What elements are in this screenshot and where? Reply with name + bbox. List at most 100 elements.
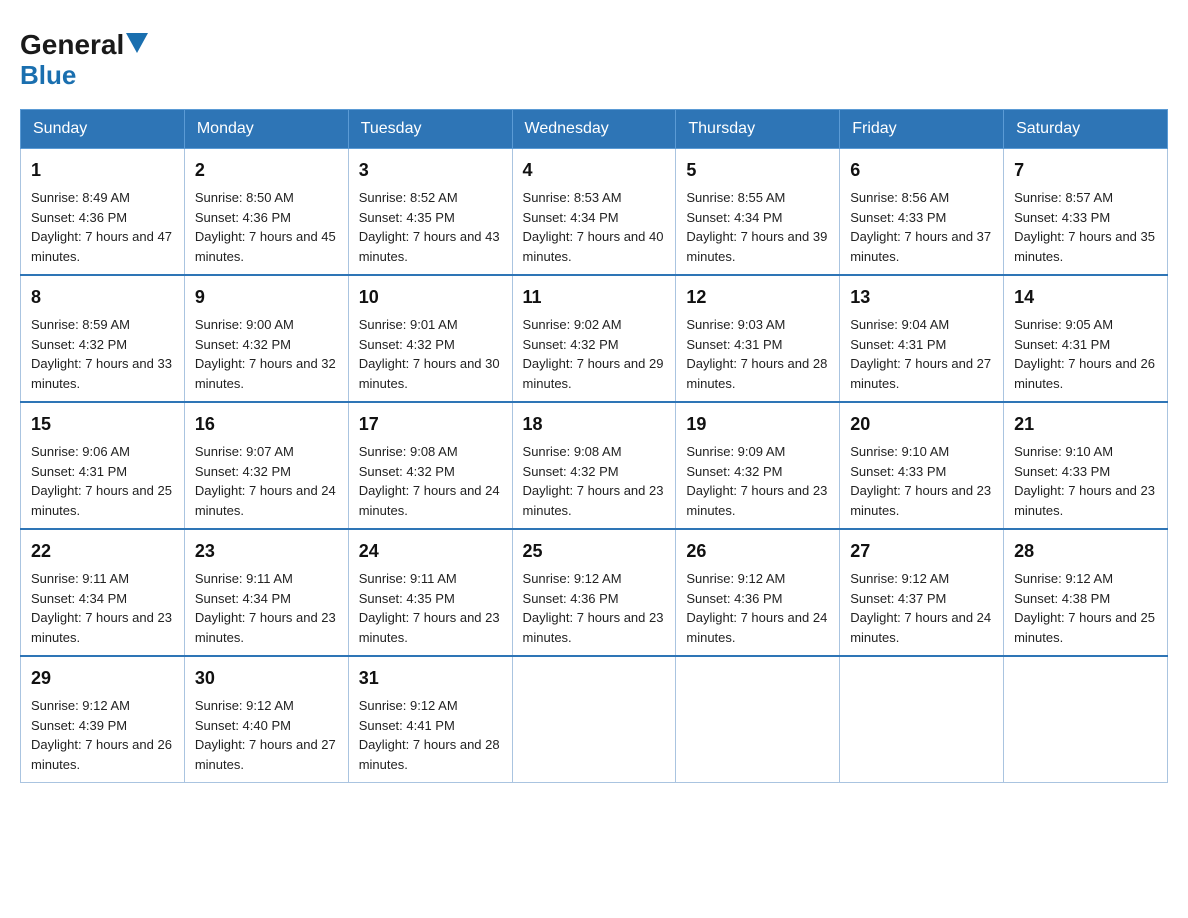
sunrise-info: Sunrise: 9:02 AM (523, 317, 622, 332)
sunrise-info: Sunrise: 9:12 AM (359, 698, 458, 713)
sunrise-info: Sunrise: 9:01 AM (359, 317, 458, 332)
calendar-cell: 1 Sunrise: 8:49 AM Sunset: 4:36 PM Dayli… (21, 149, 185, 276)
calendar-cell: 29 Sunrise: 9:12 AM Sunset: 4:39 PM Dayl… (21, 656, 185, 783)
day-number: 8 (31, 284, 174, 311)
daylight-info: Daylight: 7 hours and 25 minutes. (1014, 610, 1155, 645)
day-number: 1 (31, 157, 174, 184)
logo: General Blue (20, 20, 148, 89)
calendar-cell: 16 Sunrise: 9:07 AM Sunset: 4:32 PM Dayl… (184, 402, 348, 529)
day-number: 29 (31, 665, 174, 692)
calendar-cell: 11 Sunrise: 9:02 AM Sunset: 4:32 PM Dayl… (512, 275, 676, 402)
calendar-cell: 18 Sunrise: 9:08 AM Sunset: 4:32 PM Dayl… (512, 402, 676, 529)
calendar-cell: 6 Sunrise: 8:56 AM Sunset: 4:33 PM Dayli… (840, 149, 1004, 276)
day-number: 13 (850, 284, 993, 311)
daylight-info: Daylight: 7 hours and 39 minutes. (686, 229, 827, 264)
calendar-cell (676, 656, 840, 783)
day-number: 26 (686, 538, 829, 565)
day-number: 2 (195, 157, 338, 184)
calendar-cell: 3 Sunrise: 8:52 AM Sunset: 4:35 PM Dayli… (348, 149, 512, 276)
sunset-info: Sunset: 4:39 PM (31, 718, 127, 733)
daylight-info: Daylight: 7 hours and 47 minutes. (31, 229, 172, 264)
sunrise-info: Sunrise: 9:12 AM (686, 571, 785, 586)
sunrise-info: Sunrise: 9:00 AM (195, 317, 294, 332)
daylight-info: Daylight: 7 hours and 23 minutes. (523, 610, 664, 645)
sunset-info: Sunset: 4:32 PM (359, 464, 455, 479)
day-number: 7 (1014, 157, 1157, 184)
day-number: 19 (686, 411, 829, 438)
daylight-info: Daylight: 7 hours and 28 minutes. (686, 356, 827, 391)
calendar-cell: 9 Sunrise: 9:00 AM Sunset: 4:32 PM Dayli… (184, 275, 348, 402)
day-number: 16 (195, 411, 338, 438)
calendar-cell: 19 Sunrise: 9:09 AM Sunset: 4:32 PM Dayl… (676, 402, 840, 529)
logo-text-general: General (20, 30, 124, 61)
sunset-info: Sunset: 4:32 PM (195, 337, 291, 352)
sunset-info: Sunset: 4:36 PM (686, 591, 782, 606)
sunset-info: Sunset: 4:31 PM (850, 337, 946, 352)
calendar-cell: 21 Sunrise: 9:10 AM Sunset: 4:33 PM Dayl… (1004, 402, 1168, 529)
calendar-week-row: 1 Sunrise: 8:49 AM Sunset: 4:36 PM Dayli… (21, 149, 1168, 276)
sunset-info: Sunset: 4:34 PM (31, 591, 127, 606)
sunrise-info: Sunrise: 8:49 AM (31, 190, 130, 205)
header-thursday: Thursday (676, 110, 840, 149)
daylight-info: Daylight: 7 hours and 23 minutes. (195, 610, 336, 645)
day-number: 12 (686, 284, 829, 311)
sunrise-info: Sunrise: 8:59 AM (31, 317, 130, 332)
sunset-info: Sunset: 4:36 PM (31, 210, 127, 225)
calendar-cell: 10 Sunrise: 9:01 AM Sunset: 4:32 PM Dayl… (348, 275, 512, 402)
calendar-table: SundayMondayTuesdayWednesdayThursdayFrid… (20, 109, 1168, 783)
sunrise-info: Sunrise: 9:11 AM (195, 571, 293, 586)
sunset-info: Sunset: 4:41 PM (359, 718, 455, 733)
calendar-cell: 31 Sunrise: 9:12 AM Sunset: 4:41 PM Dayl… (348, 656, 512, 783)
daylight-info: Daylight: 7 hours and 26 minutes. (31, 737, 172, 772)
daylight-info: Daylight: 7 hours and 23 minutes. (686, 483, 827, 518)
header-wednesday: Wednesday (512, 110, 676, 149)
sunset-info: Sunset: 4:32 PM (195, 464, 291, 479)
calendar-cell: 26 Sunrise: 9:12 AM Sunset: 4:36 PM Dayl… (676, 529, 840, 656)
header-friday: Friday (840, 110, 1004, 149)
day-number: 14 (1014, 284, 1157, 311)
calendar-cell: 20 Sunrise: 9:10 AM Sunset: 4:33 PM Dayl… (840, 402, 1004, 529)
sunset-info: Sunset: 4:32 PM (359, 337, 455, 352)
header-tuesday: Tuesday (348, 110, 512, 149)
day-number: 20 (850, 411, 993, 438)
daylight-info: Daylight: 7 hours and 23 minutes. (523, 483, 664, 518)
sunset-info: Sunset: 4:33 PM (850, 210, 946, 225)
calendar-cell: 7 Sunrise: 8:57 AM Sunset: 4:33 PM Dayli… (1004, 149, 1168, 276)
sunrise-info: Sunrise: 9:12 AM (850, 571, 949, 586)
day-number: 18 (523, 411, 666, 438)
calendar-cell (840, 656, 1004, 783)
header-sunday: Sunday (21, 110, 185, 149)
calendar-cell: 15 Sunrise: 9:06 AM Sunset: 4:31 PM Dayl… (21, 402, 185, 529)
logo-text-blue: Blue (20, 60, 76, 90)
day-number: 23 (195, 538, 338, 565)
day-number: 3 (359, 157, 502, 184)
day-number: 11 (523, 284, 666, 311)
daylight-info: Daylight: 7 hours and 24 minutes. (195, 483, 336, 518)
calendar-cell (1004, 656, 1168, 783)
calendar-cell: 5 Sunrise: 8:55 AM Sunset: 4:34 PM Dayli… (676, 149, 840, 276)
day-number: 17 (359, 411, 502, 438)
sunrise-info: Sunrise: 8:52 AM (359, 190, 458, 205)
calendar-week-row: 8 Sunrise: 8:59 AM Sunset: 4:32 PM Dayli… (21, 275, 1168, 402)
daylight-info: Daylight: 7 hours and 24 minutes. (359, 483, 500, 518)
day-number: 31 (359, 665, 502, 692)
sunset-info: Sunset: 4:31 PM (1014, 337, 1110, 352)
sunrise-info: Sunrise: 9:12 AM (1014, 571, 1113, 586)
daylight-info: Daylight: 7 hours and 35 minutes. (1014, 229, 1155, 264)
day-number: 27 (850, 538, 993, 565)
sunset-info: Sunset: 4:34 PM (195, 591, 291, 606)
daylight-info: Daylight: 7 hours and 30 minutes. (359, 356, 500, 391)
sunrise-info: Sunrise: 9:03 AM (686, 317, 785, 332)
sunrise-info: Sunrise: 8:53 AM (523, 190, 622, 205)
sunrise-info: Sunrise: 9:08 AM (359, 444, 458, 459)
daylight-info: Daylight: 7 hours and 25 minutes. (31, 483, 172, 518)
day-number: 5 (686, 157, 829, 184)
sunrise-info: Sunrise: 9:04 AM (850, 317, 949, 332)
sunrise-info: Sunrise: 9:07 AM (195, 444, 294, 459)
day-number: 28 (1014, 538, 1157, 565)
calendar-cell: 4 Sunrise: 8:53 AM Sunset: 4:34 PM Dayli… (512, 149, 676, 276)
day-number: 9 (195, 284, 338, 311)
header-saturday: Saturday (1004, 110, 1168, 149)
day-number: 25 (523, 538, 666, 565)
day-number: 15 (31, 411, 174, 438)
